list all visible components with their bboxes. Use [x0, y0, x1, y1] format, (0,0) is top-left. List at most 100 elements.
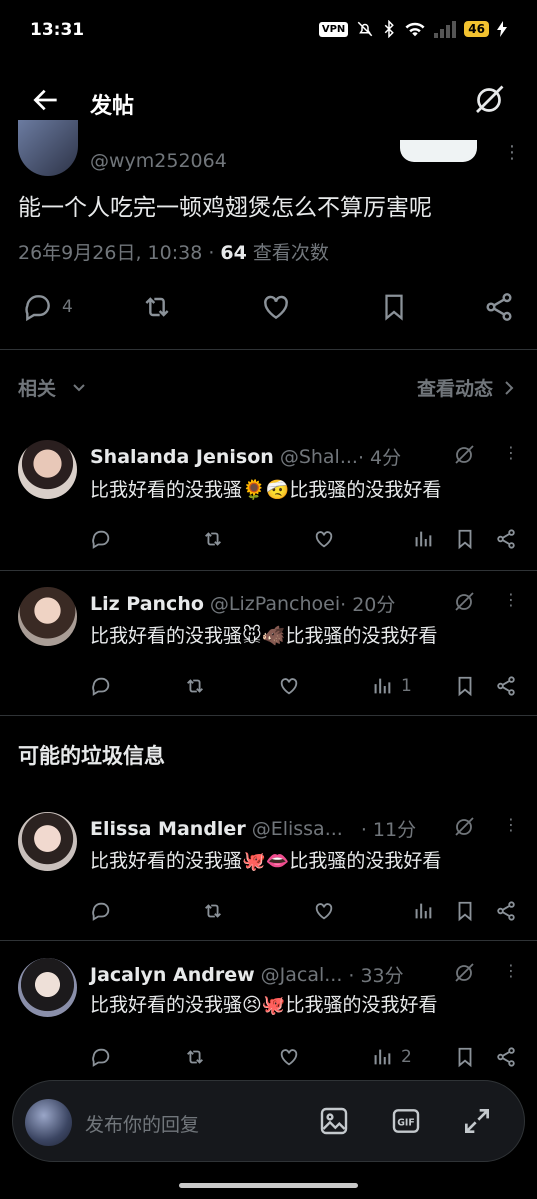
grok-button[interactable] — [452, 590, 476, 618]
repost-button[interactable] — [201, 900, 225, 922]
reply-item[interactable]: Jacalyn Andrew @Jacal... · 33分 ⋮ 比我好看的没我… — [0, 958, 537, 1083]
share-button[interactable] — [495, 900, 517, 922]
reply-button[interactable] — [90, 528, 112, 550]
share-button[interactable] — [495, 528, 517, 550]
like-button[interactable] — [259, 291, 293, 323]
divider — [0, 349, 537, 350]
expand-button[interactable] — [461, 1105, 493, 1141]
like-button[interactable] — [312, 528, 336, 550]
bookmark-icon — [458, 1047, 472, 1068]
grok-button[interactable] — [452, 961, 476, 989]
repost-button[interactable] — [201, 528, 225, 550]
home-indicator[interactable] — [179, 1183, 358, 1188]
like-button[interactable] — [277, 1046, 301, 1068]
like-button[interactable] — [277, 675, 301, 697]
grok-button[interactable] — [452, 815, 476, 843]
bookmark-icon — [385, 294, 403, 321]
bookmark-button[interactable] — [454, 528, 476, 550]
repost-button[interactable] — [183, 675, 207, 697]
share-icon — [497, 1047, 515, 1067]
bookmark-button[interactable] — [454, 675, 476, 697]
bar-chart-icon — [415, 531, 432, 547]
bookmark-button[interactable] — [454, 1046, 476, 1068]
like-button[interactable] — [312, 900, 336, 922]
reply-header: Jacalyn Andrew @Jacal... · 33分 — [90, 961, 404, 988]
reply-text: 比我好看的没我骚😣🐙比我骚的没我好看 — [90, 994, 438, 1016]
status-icons: VPN 46 — [318, 20, 507, 38]
image-button[interactable] — [318, 1105, 350, 1141]
back-arrow-icon — [33, 89, 57, 111]
reply-author-name[interactable]: Liz Pancho — [90, 593, 204, 615]
reply-item[interactable]: Elissa Mandler @Elissa... · 11分 ⋮ 比我好看的没… — [0, 812, 537, 940]
avatar[interactable] — [18, 440, 77, 499]
heart-icon — [264, 295, 288, 320]
avatar[interactable] — [18, 587, 77, 646]
view-activity-link[interactable]: 查看动态 — [417, 374, 515, 401]
repost-button[interactable] — [140, 291, 174, 323]
avatar — [25, 1099, 72, 1146]
reply-text: 比我好看的没我骚🐭🐗比我骚的没我好看 — [90, 625, 438, 647]
vpn-badge: VPN — [318, 21, 349, 37]
reply-author-handle[interactable]: @LizPanchoei — [210, 593, 340, 615]
more-icon[interactable]: ⋮ — [503, 590, 519, 609]
grok-button[interactable] — [452, 443, 476, 471]
gif-button[interactable]: GIF — [390, 1105, 422, 1141]
wifi-icon — [405, 22, 425, 37]
reply-button[interactable]: 4 — [22, 291, 73, 323]
reply-time: · 33分 — [348, 965, 404, 987]
reply-time: · 11分 — [360, 819, 417, 841]
reply-button[interactable] — [90, 1046, 112, 1068]
top-bar: 发帖 — [0, 76, 537, 128]
related-label: 相关 — [18, 378, 57, 400]
avatar[interactable] — [18, 812, 77, 871]
post-actions: 4 — [0, 285, 537, 331]
views-button[interactable]: 2 — [371, 1046, 412, 1068]
author-avatar[interactable] — [18, 120, 78, 176]
more-icon[interactable]: ⋮ — [503, 443, 519, 462]
grok-icon — [455, 963, 474, 982]
reply-author-name[interactable]: Jacalyn Andrew — [90, 964, 255, 986]
bookmark-button[interactable] — [454, 900, 476, 922]
views-button[interactable] — [412, 528, 442, 550]
reply-author-name[interactable]: Shalanda Jenison — [90, 446, 274, 468]
more-icon[interactable]: ⋮ — [503, 142, 521, 163]
more-icon[interactable]: ⋮ — [503, 815, 519, 834]
reply-author-name[interactable]: Elissa Mandler — [90, 818, 246, 840]
avatar[interactable] — [18, 958, 77, 1017]
views-button[interactable] — [412, 900, 442, 922]
views-count: 1 — [401, 676, 412, 696]
grok-icon — [455, 592, 474, 611]
reply-button[interactable] — [90, 900, 112, 922]
repost-icon — [187, 679, 203, 693]
views-button[interactable]: 1 — [371, 675, 412, 697]
reply-author-handle[interactable]: @Elissa... — [252, 818, 343, 840]
grok-button[interactable] — [471, 82, 507, 122]
reply-actions — [0, 900, 537, 930]
divider — [0, 570, 537, 571]
more-icon[interactable]: ⋮ — [503, 961, 519, 980]
reply-item[interactable]: Shalanda Jenison @Shal... · 4分 ⋮ 比我好看的没我… — [0, 440, 537, 570]
share-icon — [486, 293, 512, 321]
reply-item[interactable]: Liz Pancho @LizPanchoei · 20分 ⋮ 比我好看的没我骚… — [0, 587, 537, 715]
chevron-right-icon — [505, 380, 514, 395]
back-button[interactable] — [30, 84, 62, 120]
related-dropdown[interactable]: 相关 — [18, 374, 87, 401]
reply-icon — [92, 530, 110, 549]
author-handle[interactable]: @wym252064 — [90, 150, 227, 172]
share-button[interactable] — [483, 291, 515, 323]
share-button[interactable] — [495, 675, 517, 697]
reply-composer[interactable]: 发布你的回复 GIF — [12, 1080, 525, 1162]
repost-button[interactable] — [183, 1046, 207, 1068]
bookmark-icon — [458, 901, 472, 922]
reply-author-handle[interactable]: @Jacal... — [261, 964, 343, 986]
reply-input[interactable]: 发布你的回复 — [85, 1110, 199, 1137]
share-icon — [497, 529, 515, 549]
follow-button[interactable] — [400, 140, 477, 162]
post-timestamp: 26年9月26日, 10:38 · — [18, 242, 221, 264]
signal-icon — [434, 21, 457, 38]
reply-button[interactable] — [90, 675, 112, 697]
bookmark-button[interactable] — [379, 291, 409, 323]
reply-author-handle[interactable]: @Shal... — [280, 446, 358, 468]
image-icon — [320, 1107, 348, 1135]
share-button[interactable] — [495, 1046, 517, 1068]
